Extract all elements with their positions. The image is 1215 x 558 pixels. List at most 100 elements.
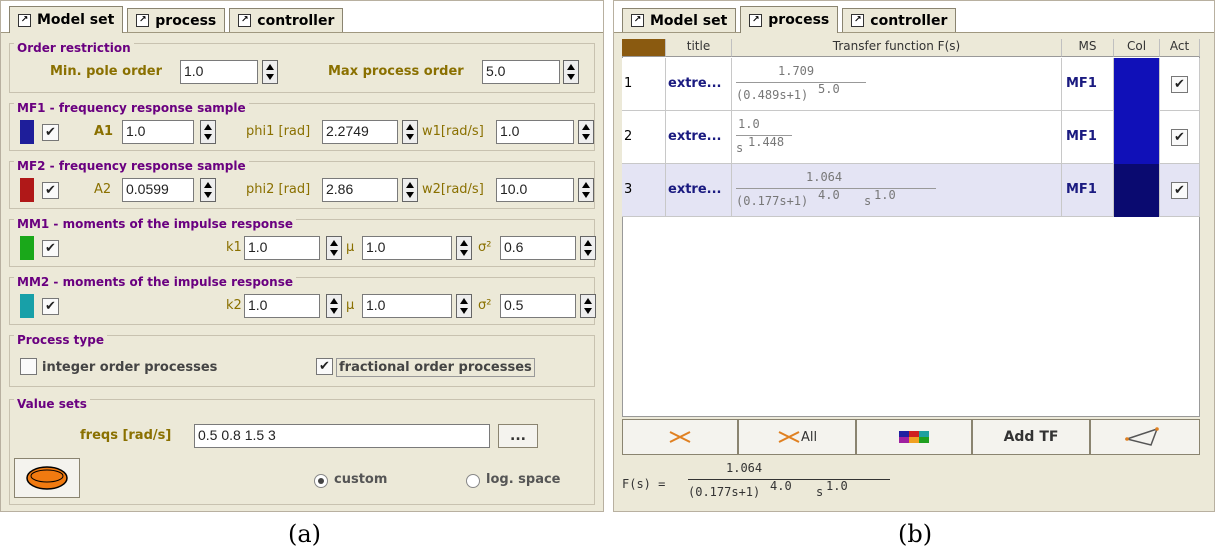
row-number-cell: 3 xyxy=(622,164,666,217)
tf-numerator: 1.0 xyxy=(738,117,760,131)
freqs-field[interactable]: 0.5 0.8 1.5 3 xyxy=(194,424,490,448)
sigma-spinner[interactable] xyxy=(580,294,596,318)
active-checkbox[interactable]: ✔ xyxy=(1171,76,1188,93)
model-set-panel: ↗ Model set ↗ process ↗ controller Order re… xyxy=(0,0,604,512)
tf-denominator: (0.489s+1) xyxy=(736,88,809,102)
section-title: Process type xyxy=(14,333,107,347)
a1-spinner[interactable] xyxy=(200,120,216,144)
active-checkbox[interactable]: ✔ xyxy=(1171,129,1188,146)
column-header-col[interactable]: Col xyxy=(1114,39,1160,57)
w2-field[interactable]: 10.0 xyxy=(496,178,574,202)
a2-label: A2 xyxy=(94,182,112,197)
formula-denominator-s: s xyxy=(816,485,824,499)
column-header-tf[interactable]: Transfer function F(s) xyxy=(732,39,1062,57)
ms-cell[interactable]: MF1 xyxy=(1062,58,1114,111)
color-cell[interactable] xyxy=(1114,58,1160,111)
tab-process[interactable]: ↗ process xyxy=(740,6,839,33)
mu-spinner[interactable] xyxy=(456,294,472,318)
a2-field[interactable]: 0.0599 xyxy=(122,178,194,202)
active-cell[interactable]: ✔ xyxy=(1160,164,1200,217)
table-row[interactable]: 2 extre... 1.0 s 1.448 MF1 ✔ xyxy=(622,111,1200,164)
delete-all-label: All xyxy=(800,429,818,445)
min-pole-order-spinner[interactable] xyxy=(262,60,278,84)
plot-button[interactable] xyxy=(1090,419,1200,455)
max-process-order-field[interactable]: 5.0 xyxy=(482,60,560,84)
mm2-checkbox[interactable]: ✔ xyxy=(42,298,59,315)
a1-label: A1 xyxy=(94,124,114,139)
caption-a: (a) xyxy=(288,520,322,548)
phi2-spinner[interactable] xyxy=(402,178,418,202)
custom-radio[interactable] xyxy=(314,474,328,488)
tab-model-set[interactable]: ↗ Model set xyxy=(9,6,124,33)
active-checkbox[interactable]: ✔ xyxy=(1171,182,1188,199)
delete-button[interactable] xyxy=(622,419,738,455)
cross-icon xyxy=(669,431,691,443)
tf-cell[interactable]: 1.709 (0.489s+1) 5.0 xyxy=(732,58,1062,111)
integer-order-checkbox[interactable] xyxy=(20,358,37,375)
ms-cell[interactable]: MF1 xyxy=(1062,164,1114,217)
column-header-ms[interactable]: MS xyxy=(1062,39,1114,57)
fraction-bar xyxy=(736,82,866,83)
tf-cell[interactable]: 1.064 (0.177s+1) 4.0 s 1.0 xyxy=(732,164,1062,217)
browse-button[interactable]: ... xyxy=(498,424,538,448)
fractional-order-checkbox[interactable]: ✔ xyxy=(316,358,333,375)
freqs-label: freqs [rad/s] xyxy=(80,428,172,443)
mu-spinner[interactable] xyxy=(456,236,472,260)
tab-bar: ↗ Model set ↗ process ↗ controller xyxy=(614,1,1214,33)
delete-all-button[interactable]: All xyxy=(738,419,856,455)
sigma-spinner[interactable] xyxy=(580,236,596,260)
tab-controller[interactable]: ↗ controller xyxy=(842,8,957,32)
mf2-checkbox[interactable]: ✔ xyxy=(42,182,59,199)
mu-field[interactable]: 1.0 xyxy=(362,236,452,260)
add-tf-button[interactable]: Add TF xyxy=(972,419,1090,455)
phi2-field[interactable]: 2.86 xyxy=(322,178,398,202)
a1-field[interactable]: 1.0 xyxy=(122,120,194,144)
k1-spinner[interactable] xyxy=(326,236,342,260)
color-cell[interactable] xyxy=(1114,164,1160,217)
mu-field[interactable]: 1.0 xyxy=(362,294,452,318)
active-cell[interactable]: ✔ xyxy=(1160,58,1200,111)
a2-spinner[interactable] xyxy=(200,178,216,202)
tab-controller[interactable]: ↗ controller xyxy=(229,8,344,32)
tf-denominator: s xyxy=(736,141,744,155)
color-cell[interactable] xyxy=(1114,111,1160,164)
mf1-color-swatch[interactable] xyxy=(20,120,34,144)
k1-field[interactable]: 1.0 xyxy=(244,236,320,260)
active-cell[interactable]: ✔ xyxy=(1160,111,1200,164)
tab-process[interactable]: ↗ process xyxy=(127,8,226,32)
table-row-selected[interactable]: 3 extre... 1.064 (0.177s+1) 4.0 s 1.0 MF… xyxy=(622,164,1200,217)
sigma-field[interactable]: 0.5 xyxy=(500,294,576,318)
formula-exponent-s: 1.0 xyxy=(826,479,848,493)
cross-icon xyxy=(778,431,800,443)
k2-spinner[interactable] xyxy=(326,294,342,318)
max-process-order-spinner[interactable] xyxy=(563,60,579,84)
tf-cell[interactable]: 1.0 s 1.448 xyxy=(732,111,1062,164)
k2-field[interactable]: 1.0 xyxy=(244,294,320,318)
tab-bar: ↗ Model set ↗ process ↗ controller xyxy=(1,1,603,33)
mm1-color-swatch[interactable] xyxy=(20,236,34,260)
w1-spinner[interactable] xyxy=(578,120,594,144)
w2-spinner[interactable] xyxy=(578,178,594,202)
mf2-color-swatch[interactable] xyxy=(20,178,34,202)
color-palette-button[interactable] xyxy=(856,419,972,455)
log-space-radio[interactable] xyxy=(466,474,480,488)
sigma-field[interactable]: 0.6 xyxy=(500,236,576,260)
mm1-checkbox[interactable]: ✔ xyxy=(42,240,59,257)
ms-cell[interactable]: MF1 xyxy=(1062,111,1114,164)
title-cell[interactable]: extre... xyxy=(666,164,732,217)
title-cell[interactable]: extre... xyxy=(666,58,732,111)
title-cell[interactable]: extre... xyxy=(666,111,732,164)
column-header-act[interactable]: Act xyxy=(1160,39,1200,57)
compute-button[interactable] xyxy=(14,458,80,498)
process-type-section: Process type integer order processes ✔ f… xyxy=(9,333,595,387)
tab-model-set[interactable]: ↗ Model set xyxy=(622,8,737,32)
min-pole-order-field[interactable]: 1.0 xyxy=(180,60,258,84)
mm2-color-swatch[interactable] xyxy=(20,294,34,318)
phi1-spinner[interactable] xyxy=(402,120,418,144)
mf1-checkbox[interactable]: ✔ xyxy=(42,124,59,141)
phi1-label: phi1 [rad] xyxy=(246,124,311,139)
table-row[interactable]: 1 extre... 1.709 (0.489s+1) 5.0 MF1 ✔ xyxy=(622,58,1200,111)
column-header-title[interactable]: title xyxy=(666,39,732,57)
w1-field[interactable]: 1.0 xyxy=(496,120,574,144)
phi1-field[interactable]: 2.2749 xyxy=(322,120,398,144)
